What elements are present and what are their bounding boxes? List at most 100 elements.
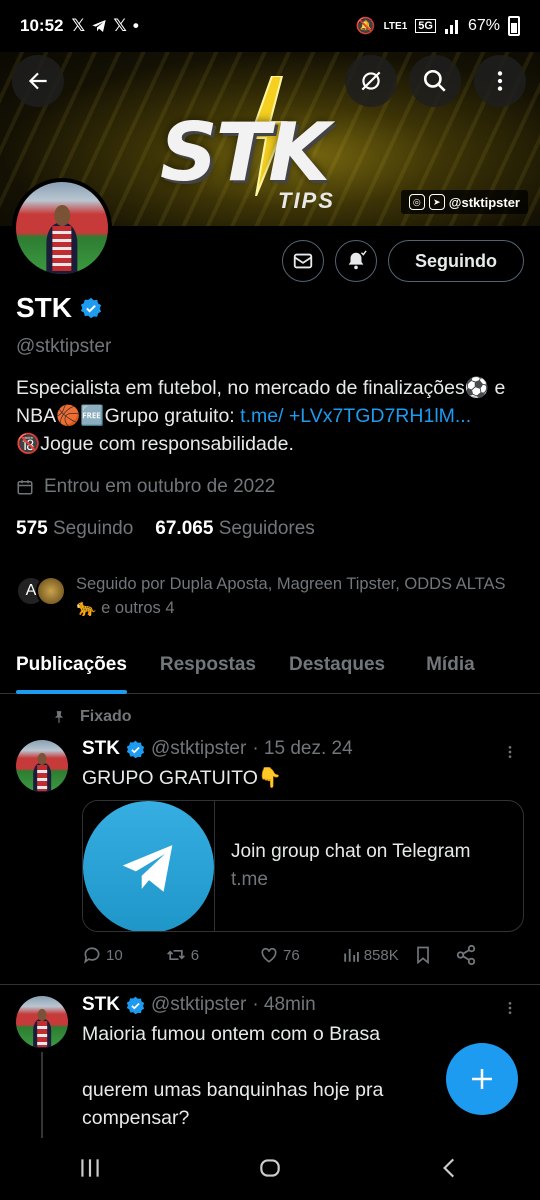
home-button[interactable] <box>257 1155 283 1186</box>
card-image <box>83 801 215 931</box>
followers-stat[interactable]: 67.065 Seguidores <box>155 518 315 540</box>
following-label: Seguindo <box>52 518 134 539</box>
battery-icon <box>508 16 520 36</box>
name-row: STK <box>16 292 102 324</box>
post-author-name[interactable]: STK <box>82 994 120 1016</box>
display-name: STK <box>16 292 72 323</box>
pinned-label: Fixado <box>52 708 132 726</box>
bookmark-button[interactable] <box>413 944 433 966</box>
search-button[interactable] <box>409 55 461 107</box>
message-button[interactable] <box>282 240 324 282</box>
system-back-button[interactable] <box>437 1155 463 1186</box>
like-count: 76 <box>283 946 300 964</box>
tab-highlights[interactable]: Destaques <box>289 640 385 693</box>
heart-icon <box>261 947 277 963</box>
card-title: Join group chat on Telegram <box>231 841 471 862</box>
logo-sub-text: TIPS <box>278 188 335 213</box>
profile-avatar[interactable] <box>12 178 112 278</box>
repost-count: 6 <box>190 946 200 964</box>
post-divider <box>0 984 540 985</box>
tab-posts[interactable]: Publicações <box>16 640 127 694</box>
follower-avatars: A <box>16 576 66 606</box>
x-logo-icon: 𝕏 <box>113 16 127 35</box>
logo-main-text: STK <box>160 106 330 199</box>
link-card[interactable]: Join group chat on Telegram t.me <box>82 800 524 932</box>
telegram-logo-icon <box>83 801 214 931</box>
share-button[interactable] <box>455 944 477 966</box>
system-nav-bar <box>0 1140 540 1200</box>
followed-by[interactable]: A Seguido por Dupla Aposta, Magreen Tips… <box>16 572 516 620</box>
profile-handle: @stktipster <box>16 336 112 357</box>
repost-button[interactable]: 6 <box>165 945 199 965</box>
following-stat[interactable]: 575 Seguindo <box>16 518 133 540</box>
dot-icon: • <box>132 16 139 35</box>
share-icon <box>456 944 475 966</box>
pin-icon <box>54 711 64 723</box>
tab-media[interactable]: Mídia <box>426 640 475 693</box>
following-button[interactable]: Seguindo <box>388 240 524 282</box>
analytics-icon <box>343 949 359 962</box>
verified-badge-icon <box>126 996 145 1014</box>
calendar-icon <box>17 480 33 495</box>
reply-button[interactable]: 10 <box>82 945 123 965</box>
telegram-icon <box>92 20 106 32</box>
compose-post-button[interactable] <box>446 1043 518 1115</box>
x-logo-icon: 𝕏 <box>71 16 86 35</box>
chevron-left-icon <box>443 1158 455 1177</box>
plus-icon <box>472 1069 492 1089</box>
like-button[interactable]: 76 <box>259 945 300 965</box>
following-count: 575 <box>16 518 48 539</box>
repost-icon <box>166 950 185 960</box>
bio-tail: 🔞Jogue com responsabilidade. <box>16 433 294 455</box>
joined-date: Entrou em outubro de 2022 <box>16 476 275 498</box>
followed-by-text: Seguido por Dupla Aposta, Magreen Tipste… <box>76 575 506 617</box>
verified-badge-icon <box>126 740 145 758</box>
battery-label: 67% <box>467 17 500 34</box>
views-button[interactable]: 858K <box>342 946 399 964</box>
post-timestamp: · 15 dez. 24 <box>252 738 353 759</box>
back-button[interactable] <box>12 55 64 107</box>
bio-link[interactable]: t.me/ +LVx7TGD7RH1lM... <box>240 405 471 427</box>
follower-avatar <box>36 576 66 606</box>
card-body: Join group chat on Telegram t.me <box>215 801 486 931</box>
post-header: STK @stktipster · 15 dez. 24 <box>82 738 353 760</box>
post-avatar[interactable] <box>16 996 68 1048</box>
post-author-name[interactable]: STK <box>82 738 120 760</box>
search-icon <box>423 69 446 92</box>
more-vertical-icon <box>508 746 512 758</box>
more-options-button[interactable] <box>474 55 526 107</box>
hide-button[interactable] <box>345 55 397 107</box>
views-count: 858K <box>363 946 399 964</box>
banner-handle-tag: ◎ ➤ @stktipster <box>400 190 528 214</box>
reply-count: 10 <box>106 946 123 964</box>
followers-label: Seguidores <box>218 518 315 539</box>
post-more-button[interactable] <box>502 998 518 1023</box>
arrow-left-icon <box>28 72 47 90</box>
home-circle-icon <box>260 1158 280 1177</box>
recent-apps-button[interactable] <box>77 1155 103 1186</box>
more-vertical-icon <box>497 71 503 91</box>
status-time: 10:52 <box>20 16 64 35</box>
reply-icon <box>84 947 100 964</box>
profile-tabs: Publicações Respostas Destaques Mídia <box>0 640 540 694</box>
post-author-handle: @stktipster <box>151 994 247 1015</box>
signal-icon <box>444 20 458 34</box>
tab-replies[interactable]: Respostas <box>160 640 256 693</box>
instagram-icon: ◎ <box>408 194 425 210</box>
profile-bio: Especialista em futebol, no mercado de f… <box>16 374 526 458</box>
follow-stats: 575 Seguindo 67.065 Seguidores <box>16 518 315 540</box>
post-avatar[interactable] <box>16 740 68 792</box>
status-bar: 10:52 𝕏 𝕏 • 🔕 LTE1 5G 67% <box>0 0 540 52</box>
verified-badge-icon[interactable] <box>80 297 102 319</box>
status-right: 🔕 LTE1 5G 67% <box>356 16 520 36</box>
signal-label: 5G <box>415 19 436 33</box>
notifications-button[interactable] <box>335 240 377 282</box>
bookmark-icon <box>416 946 429 965</box>
mute-icon: 🔕 <box>355 18 376 35</box>
card-domain: t.me <box>231 869 268 890</box>
post-more-button[interactable] <box>502 742 518 767</box>
network-label: LTE1 <box>383 20 408 32</box>
recents-icon <box>81 1158 99 1177</box>
mail-icon <box>293 253 313 269</box>
thread-line <box>41 1052 43 1138</box>
